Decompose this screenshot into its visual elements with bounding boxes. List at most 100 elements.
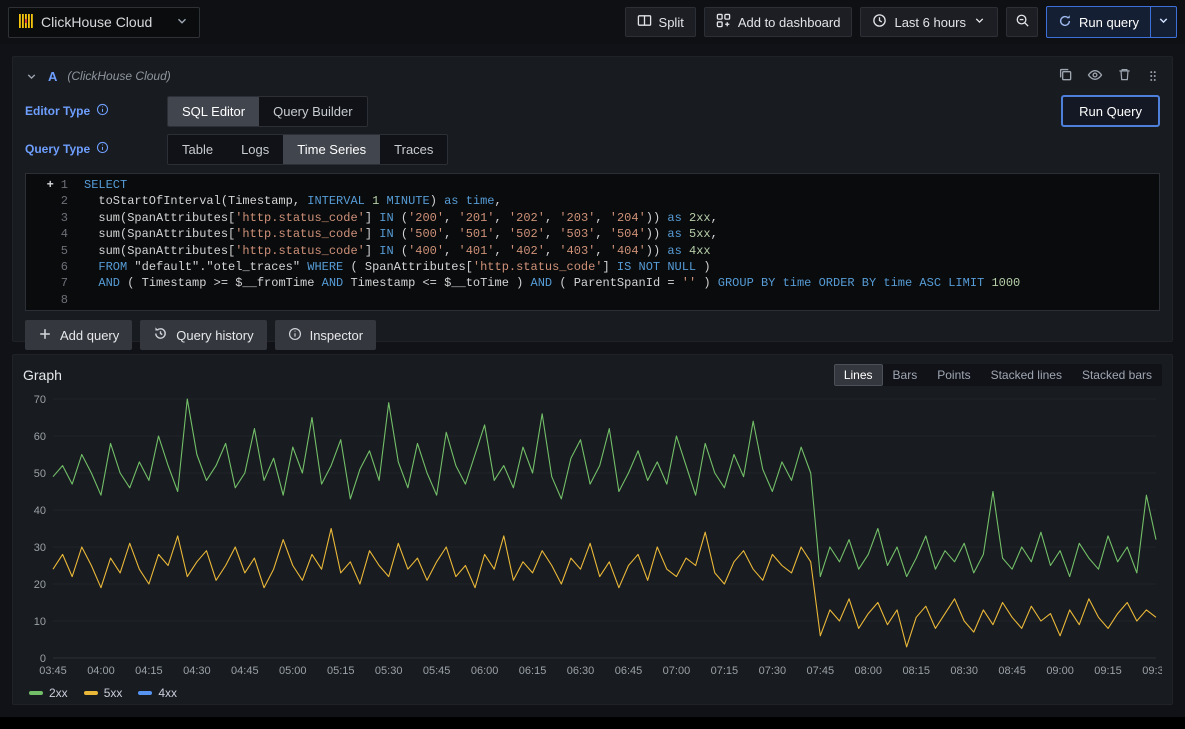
sql-line: 3 sum(SpanAttributes['http.status_code']… [26,210,1159,226]
info-circle-icon[interactable] [96,103,109,119]
query-type-tabs: TableLogsTime SeriesTraces [167,134,448,165]
graph-header: Graph LinesBarsPointsStacked linesStacke… [23,363,1162,387]
run-query-dropdown[interactable] [1150,7,1176,37]
zoom-out-button[interactable] [1006,7,1038,37]
query-actions-row: Add query Query history Inspector [25,320,1160,350]
svg-text:20: 20 [34,579,46,591]
editor-type-label: Editor Type [25,104,90,118]
sql-line: 7 AND ( Timestamp >= $__fromTime AND Tim… [26,275,1159,291]
sql-line-gutter: 8 [26,292,84,308]
add-query-button[interactable]: Add query [25,320,132,350]
duplicate-query-button[interactable] [1058,67,1073,86]
sql-line-gutter: 6 [26,259,84,275]
svg-text:05:15: 05:15 [327,665,355,677]
query-type-tab-table[interactable]: Table [168,135,227,164]
panel-run-query-button[interactable]: Run Query [1061,95,1160,127]
editor-type-sql-editor[interactable]: SQL Editor [168,97,259,126]
svg-text:07:45: 07:45 [807,665,835,677]
svg-text:05:00: 05:00 [279,665,307,677]
sql-line: 4 sum(SpanAttributes['http.status_code']… [26,226,1159,242]
time-series-chart[interactable]: 01020304050607003:4504:0004:1504:3004:45… [23,391,1162,685]
query-history-button[interactable]: Query history [140,320,266,350]
query-row-actions [1058,67,1160,86]
graph-mode-lines[interactable]: Lines [834,364,883,386]
svg-text:05:45: 05:45 [423,665,451,677]
collapse-query-chevron-icon[interactable] [25,70,38,83]
plus-icon [38,327,52,344]
sql-line-code: FROM "default"."otel_traces" WHERE ( Spa… [84,259,711,275]
svg-text:08:00: 08:00 [854,665,882,677]
clock-icon [872,13,887,31]
legend-swatch [84,691,98,695]
sql-code-editor[interactable]: +1SELECT2 toStartOfInterval(Timestamp, I… [25,173,1160,311]
query-type-label: Query Type [25,142,90,156]
svg-text:04:00: 04:00 [87,665,115,677]
svg-text:09:15: 09:15 [1094,665,1122,677]
svg-text:07:30: 07:30 [759,665,787,677]
graph-title: Graph [23,367,62,383]
sql-line-code: toStartOfInterval(Timestamp, INTERVAL 1 … [84,193,502,209]
sql-line-code: sum(SpanAttributes['http.status_code'] I… [84,243,711,259]
chevron-down-icon [973,14,986,30]
svg-text:07:00: 07:00 [663,665,691,677]
sql-line: 8 [26,292,1159,308]
drag-handle-icon[interactable] [1146,67,1160,86]
query-ref-letter: A [48,69,57,84]
editor-type-query-builder[interactable]: Query Builder [259,97,366,126]
sql-line-code: sum(SpanAttributes['http.status_code'] I… [84,226,718,242]
zoom-out-icon [1015,13,1030,31]
graph-mode-bars[interactable]: Bars [883,364,928,386]
explore-page: ClickHouse Cloud Split Add to dashboard [0,0,1185,717]
series-line-5xx [53,529,1156,647]
svg-text:60: 60 [34,431,46,443]
time-range-picker[interactable]: Last 6 hours [860,7,998,37]
query-type-row: Query Type TableLogsTime SeriesTraces [25,133,1160,165]
chevron-down-icon [1157,14,1170,30]
datasource-picker[interactable]: ClickHouse Cloud [8,7,200,38]
sql-line: 6 FROM "default"."otel_traces" WHERE ( S… [26,259,1159,275]
svg-text:05:30: 05:30 [375,665,403,677]
legend-item-2xx[interactable]: 2xx [29,686,68,700]
legend-item-4xx[interactable]: 4xx [138,686,177,700]
sql-line-code: SELECT [84,177,127,193]
sql-line-gutter: 4 [26,226,84,242]
sql-line-gutter: 7 [26,275,84,291]
svg-text:70: 70 [34,394,46,406]
query-type-tab-traces[interactable]: Traces [380,135,447,164]
query-type-tab-time-series[interactable]: Time Series [283,135,380,164]
eye-icon [1087,67,1103,86]
query-type-tab-logs[interactable]: Logs [227,135,283,164]
datasource-name: ClickHouse Cloud [41,14,152,30]
inspector-button[interactable]: Inspector [275,320,376,350]
graph-mode-points[interactable]: Points [927,364,980,386]
svg-text:0: 0 [40,653,46,665]
topbar-actions: Split Add to dashboard Last 6 hours [625,6,1177,38]
refresh-icon [1058,14,1072,31]
graph-mode-stacked-bars[interactable]: Stacked bars [1072,364,1162,386]
svg-text:09:00: 09:00 [1046,665,1074,677]
graph-panel: Graph LinesBarsPointsStacked linesStacke… [12,354,1173,705]
dashboard-grid-icon [716,13,731,31]
query-editor-panel: A (ClickHouse Cloud) Editor Type [12,56,1173,342]
chart-legend: 2xx 5xx 4xx [23,685,1162,701]
add-to-dashboard-button[interactable]: Add to dashboard [704,7,853,37]
split-button[interactable]: Split [625,7,696,37]
legend-item-5xx[interactable]: 5xx [84,686,123,700]
run-query-button[interactable]: Run query [1047,7,1150,37]
info-circle-icon [288,327,302,344]
svg-text:08:45: 08:45 [998,665,1026,677]
sql-gutter-plus-icon[interactable]: + [47,177,54,193]
svg-text:04:15: 04:15 [135,665,163,677]
trash-icon [1117,67,1132,85]
query-datasource-hint: (ClickHouse Cloud) [67,69,170,83]
svg-text:30: 30 [34,542,46,554]
run-query-split-button: Run query [1046,6,1177,38]
split-icon [637,13,652,31]
svg-text:06:00: 06:00 [471,665,499,677]
remove-query-button[interactable] [1117,67,1132,86]
graph-mode-stacked-lines[interactable]: Stacked lines [981,364,1072,386]
chart-svg: 01020304050607003:4504:0004:1504:3004:45… [23,391,1162,680]
toggle-visibility-button[interactable] [1087,67,1103,86]
info-circle-icon[interactable] [96,141,109,157]
history-icon [153,326,168,344]
